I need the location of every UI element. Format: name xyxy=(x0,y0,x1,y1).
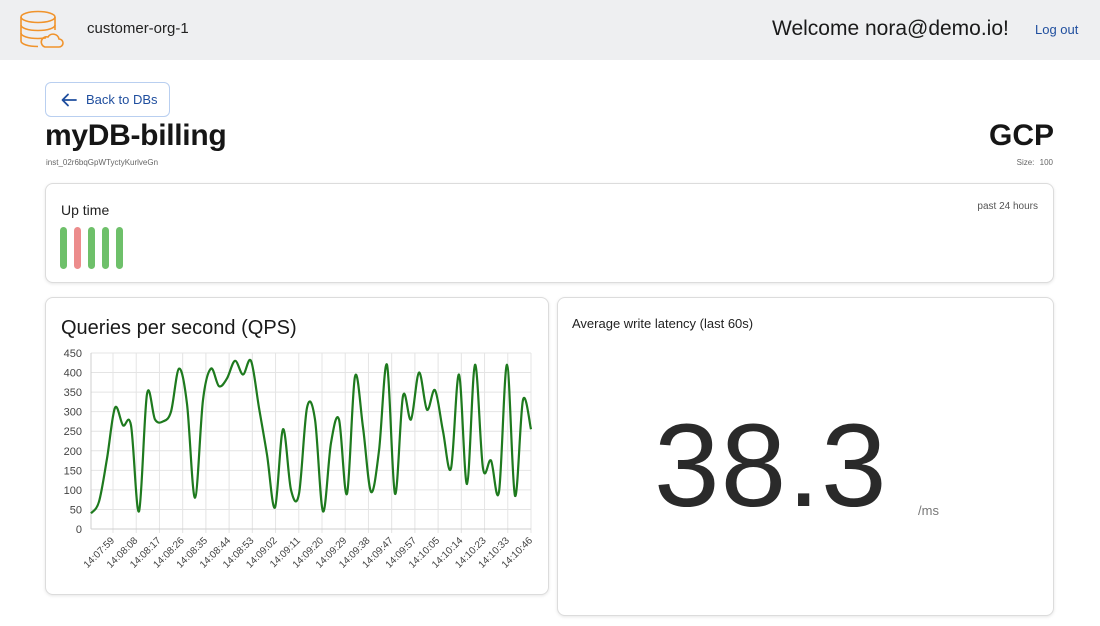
back-to-dbs-button[interactable]: Back to DBs xyxy=(45,82,170,117)
org-name: customer-org-1 xyxy=(87,20,189,37)
size-value: 100 xyxy=(1039,158,1053,167)
uptime-bar-up xyxy=(60,227,67,269)
y-tick-label: 450 xyxy=(64,348,82,360)
size-label: Size: xyxy=(1016,158,1035,167)
uptime-title: Up time xyxy=(61,202,110,218)
uptime-range: past 24 hours xyxy=(977,201,1038,212)
y-tick-label: 50 xyxy=(70,504,82,516)
latency-value: 38.3 xyxy=(654,400,888,532)
back-button-label: Back to DBs xyxy=(86,92,158,107)
y-tick-label: 400 xyxy=(64,368,82,380)
y-tick-label: 150 xyxy=(64,465,82,477)
y-tick-label: 300 xyxy=(64,407,82,419)
qps-chart: 05010015020025030035040045014:07:5914:08… xyxy=(64,348,536,571)
uptime-card: Up time past 24 hours xyxy=(45,183,1054,283)
y-tick-label: 0 xyxy=(76,524,82,536)
database-cloud-icon[interactable] xyxy=(18,8,64,54)
db-name: myDB-billing xyxy=(45,119,227,152)
cloud-provider: GCP xyxy=(988,119,1054,152)
arrow-left-icon xyxy=(61,93,77,106)
qps-card: Queries per second (QPS) 0 50 100 150 200 250… xyxy=(45,297,549,595)
latency-unit: /ms xyxy=(918,503,939,518)
welcome-message: Welcome nora@demo.io! xyxy=(772,17,1009,40)
uptime-bar-up xyxy=(116,227,123,269)
y-tick-label: 200 xyxy=(64,446,82,458)
y-tick-label: 250 xyxy=(64,426,82,438)
y-tick-label: 350 xyxy=(64,387,82,399)
uptime-bar-up xyxy=(88,227,95,269)
y-tick-label: 100 xyxy=(64,485,82,497)
latency-card: Average write latency (last 60s) 38.3 /m… xyxy=(557,297,1054,616)
uptime-bars xyxy=(60,227,123,269)
db-size: Size: 100 xyxy=(1017,158,1053,167)
db-instance-id: inst_02r6bqGpWTyctyKurlveGn xyxy=(46,158,159,167)
logout-link[interactable]: Log out xyxy=(1035,22,1078,37)
top-bar: customer-org-1 Welcome nora@demo.io! Log… xyxy=(0,0,1100,60)
uptime-bar-up xyxy=(102,227,109,269)
latency-title: Average write latency (last 60s) xyxy=(572,316,754,331)
uptime-bar-down xyxy=(74,227,81,269)
